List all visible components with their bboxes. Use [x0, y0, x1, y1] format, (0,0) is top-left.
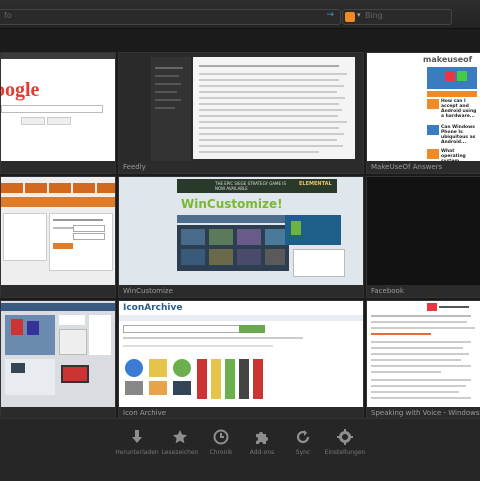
tile-website-orange[interactable] [0, 176, 116, 298]
tile-caption: MakeUseOf Answers [367, 161, 480, 173]
history-button[interactable]: Chronik [198, 429, 244, 456]
tile-google[interactable]: oogle [0, 52, 116, 174]
tile-caption [1, 161, 115, 173]
tile-thumbnail [367, 301, 480, 407]
tile-thumbnail [367, 177, 480, 285]
addons-button[interactable]: Add-ons [239, 429, 285, 456]
wincustomize-logo-text: WinCustomize! [181, 197, 283, 211]
tile-catalog[interactable] [0, 300, 116, 420]
tile-wincustomize[interactable]: THE EPIC SIEGE STRATEGY GAME IS NOW AVAI… [118, 176, 364, 298]
url-text: fo [4, 11, 12, 20]
bookmarks-label: Lesezeichen [161, 449, 199, 456]
tile-speaking-with-voice[interactable]: Speaking with Voice - Windows Ziga Help … [366, 300, 480, 420]
tile-makeuseof[interactable]: makeuseof How can I accept and Android u… [366, 52, 480, 174]
star-icon [173, 430, 187, 444]
tile-iconarchive[interactable]: IconArchive Icon Archive [118, 300, 364, 420]
top-toolbar: fo → ▾ Bing [0, 0, 480, 29]
settings-button[interactable]: Einstellungen [322, 429, 368, 456]
search-bar[interactable]: ▾ Bing [342, 9, 452, 25]
go-arrow-icon[interactable]: → [326, 10, 334, 20]
puzzle-icon [256, 432, 268, 444]
clock-icon [213, 429, 229, 445]
google-logo-text: oogle [1, 79, 40, 101]
tile-caption: WinCustomize [119, 285, 363, 297]
tile-thumbnail: THE EPIC SIEGE STRATEGY GAME IS NOW AVAI… [119, 177, 363, 285]
sync-label: Sync [295, 449, 311, 456]
downloads-label: Herunterladen [115, 449, 159, 456]
download-arrow-icon [132, 430, 142, 443]
search-engine-icon[interactable] [345, 12, 355, 22]
iconarchive-logo-text: IconArchive [123, 303, 183, 313]
addons-label: Add-ons [249, 449, 275, 456]
question-3: What operating system ... [441, 149, 466, 161]
sync-icon [296, 430, 310, 444]
tile-thumbnail [1, 301, 115, 407]
chevron-down-icon[interactable]: ▾ [357, 11, 361, 19]
tile-feedly[interactable]: Feedly [118, 52, 364, 174]
stardock-banner-text: THE EPIC SIEGE STRATEGY GAME IS NOW AVAI… [215, 181, 286, 191]
tile-thumbnail: IconArchive [119, 301, 363, 407]
makeuseof-logo-text: makeuseof [423, 55, 473, 64]
url-bar[interactable]: fo → [0, 9, 341, 25]
bottom-toolbar: Herunterladen Lesezeichen Chronik Add-on… [0, 418, 480, 481]
tile-caption: Feedly [119, 161, 363, 173]
search-engine-name: Bing [365, 11, 383, 20]
history-label: Chronik [209, 449, 233, 456]
tile-thumbnail [119, 53, 363, 161]
bookmarks-button[interactable]: Lesezeichen [157, 429, 203, 456]
tile-facebook[interactable]: Facebook [366, 176, 480, 298]
settings-label: Einstellungen [324, 449, 366, 456]
tile-caption [1, 285, 115, 297]
question-1: How can I accept and Android using a har… [441, 99, 477, 119]
tile-caption: Facebook [367, 285, 480, 297]
question-2: Can Windows Phone Is ubiquitous as Andro… [441, 125, 476, 145]
sync-button[interactable]: Sync [280, 429, 326, 456]
new-tab-grid: oogle [0, 52, 480, 420]
tile-thumbnail: makeuseof How can I accept and Android u… [367, 53, 480, 161]
downloads-button[interactable]: Herunterladen [114, 429, 160, 456]
tile-thumbnail: oogle [1, 53, 115, 161]
elemental-logo-text: ELEMENTAL [299, 181, 332, 187]
gear-icon [337, 429, 353, 445]
tile-thumbnail [1, 177, 115, 285]
